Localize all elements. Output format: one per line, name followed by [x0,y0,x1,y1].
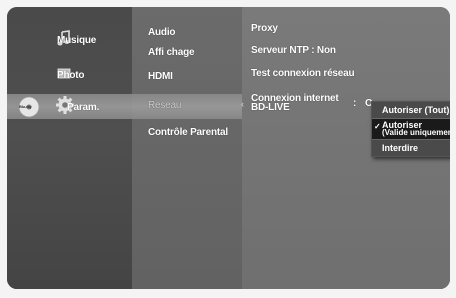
menu-window: Musique Photo Blu-ray Param. Audio Affi … [7,7,450,289]
option-allow-valid-line2: (Valide uniquement) [382,128,450,137]
submenu-item-hdmi[interactable]: HDMI [148,71,173,82]
option-allow-all[interactable]: Autoriser (Tout) [372,102,450,118]
option-allow-all-label: Autoriser (Tout) [382,105,450,115]
network-item-connection-test[interactable]: Test connexion réseau [251,68,355,79]
selection-highlight [7,94,242,119]
sidebar-item-photo[interactable]: Photo [57,70,85,81]
network-item-bdlive[interactable]: BD-LIVE [251,103,290,113]
chevron-left-icon: ‹ [241,99,244,109]
option-deny-label: Interdire [382,143,419,153]
option-allow-valid-only[interactable]: ✓ Autoriser (Valide uniquement) [372,119,450,139]
network-item-ntp-server[interactable]: Serveur NTP : Non [251,45,336,56]
screen-frame: Musique Photo Blu-ray Param. Audio Affi … [0,0,456,298]
submenu-item-parental-control[interactable]: Contrôle Parental [148,127,228,138]
submenu-item-audio[interactable]: Audio [148,27,176,38]
network-item-proxy[interactable]: Proxy [251,23,278,34]
option-deny[interactable]: Interdire [372,140,450,156]
bdlive-options-dropdown: Autoriser (Tout) ✓ Autoriser (Valide uni… [371,101,450,157]
submenu-item-network[interactable]: Reseau [148,100,181,111]
check-icon: ✓ [374,122,381,131]
setting-colon: : [353,98,357,109]
sidebar-item-music[interactable]: Musique [57,35,96,46]
submenu-item-display[interactable]: Affi chage [148,47,195,58]
bluray-disc-icon [18,96,40,123]
bluray-logo-text: Blu-ray [19,104,32,109]
sidebar-item-settings[interactable]: Param. [67,102,99,113]
